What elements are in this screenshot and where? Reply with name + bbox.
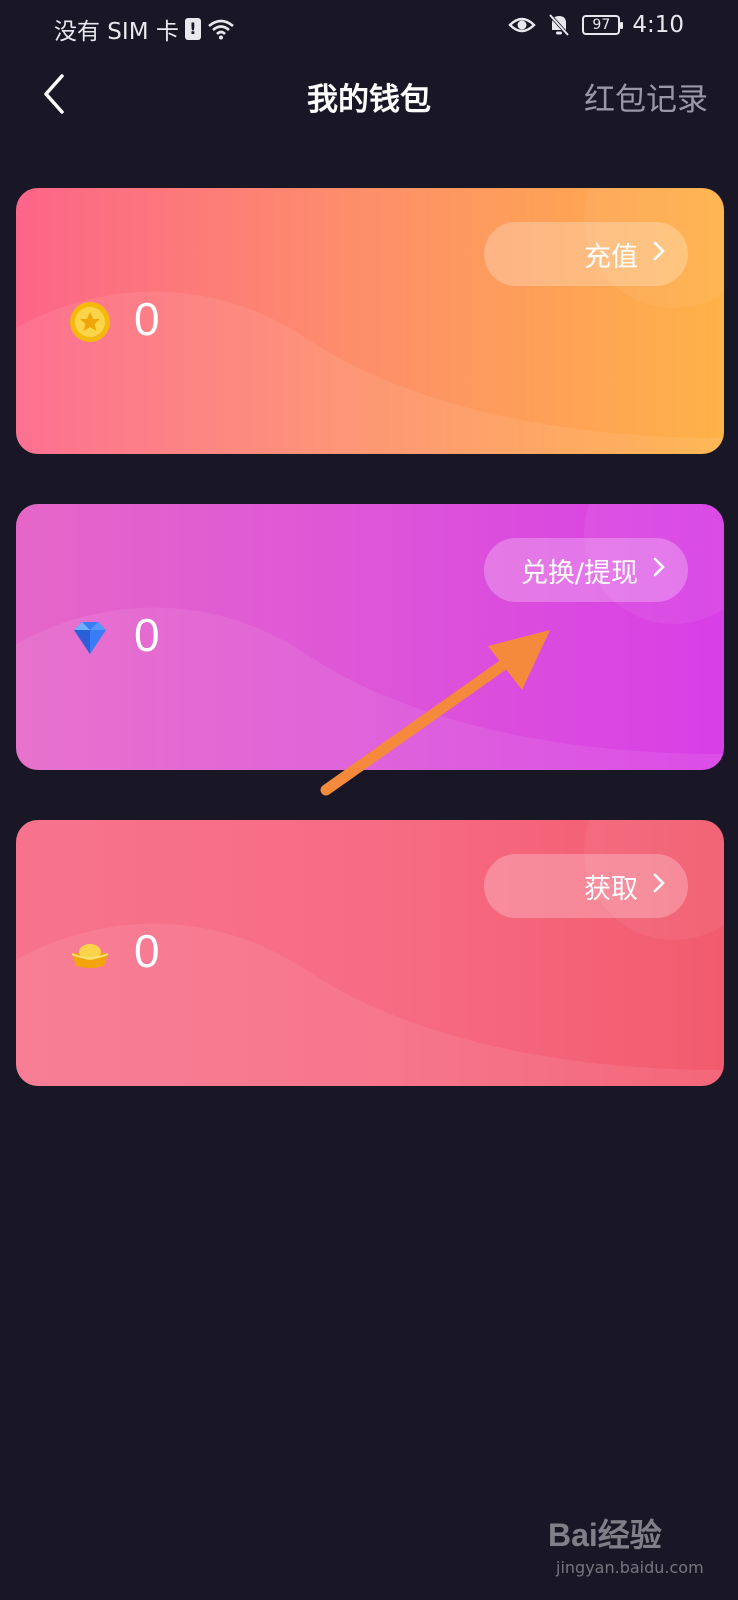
baidu-jingyan-watermark: Bai经验 jingyan.baidu.com: [548, 1510, 708, 1590]
gold-coin-icon: [70, 302, 110, 342]
chevron-right-icon: [652, 556, 666, 584]
chevron-right-icon: [652, 872, 666, 900]
obtain-button[interactable]: 获取: [484, 854, 688, 918]
watermark-url: jingyan.baidu.com: [556, 1558, 704, 1577]
diamond-balance-value: 0: [134, 609, 160, 661]
battery-icon: 97: [582, 15, 624, 35]
coin-balance-card: 充值 0: [16, 188, 724, 454]
watermark-logo-text: Bai经验: [548, 1517, 662, 1553]
clock-time: 4:10: [632, 12, 684, 38]
eye-icon: [508, 17, 537, 33]
red-packet-record-link[interactable]: 红包记录: [584, 74, 708, 119]
sim-alert-icon: !: [184, 18, 201, 40]
bell-off-icon: [549, 13, 570, 37]
coin-balance-value: 0: [134, 293, 160, 345]
status-bar-left: 没有 SIM 卡 !: [54, 12, 235, 46]
diamond-balance-card: 兑换/提现 0: [16, 504, 724, 770]
header-bar: 我的钱包 红包记录: [0, 60, 738, 124]
status-bar-right: 97 4:10: [508, 12, 684, 38]
recharge-button[interactable]: 充值: [484, 222, 688, 286]
wifi-icon: [208, 19, 234, 40]
ingot-balance-card: 获取 0: [16, 820, 724, 1086]
gold-ingot-icon: [71, 944, 109, 968]
recharge-button-label: 充值: [584, 241, 638, 273]
exchange-withdraw-button[interactable]: 兑换/提现: [484, 538, 688, 602]
diamond-icon: [74, 622, 106, 654]
ingot-balance-value: 0: [134, 925, 160, 977]
obtain-button-label: 获取: [584, 873, 638, 905]
chevron-right-icon: [652, 240, 666, 268]
status-bar: 没有 SIM 卡 ! 97 4:10: [0, 0, 738, 52]
exchange-withdraw-button-label: 兑换/提现: [520, 557, 638, 589]
carrier-text: 没有 SIM 卡: [54, 19, 179, 45]
